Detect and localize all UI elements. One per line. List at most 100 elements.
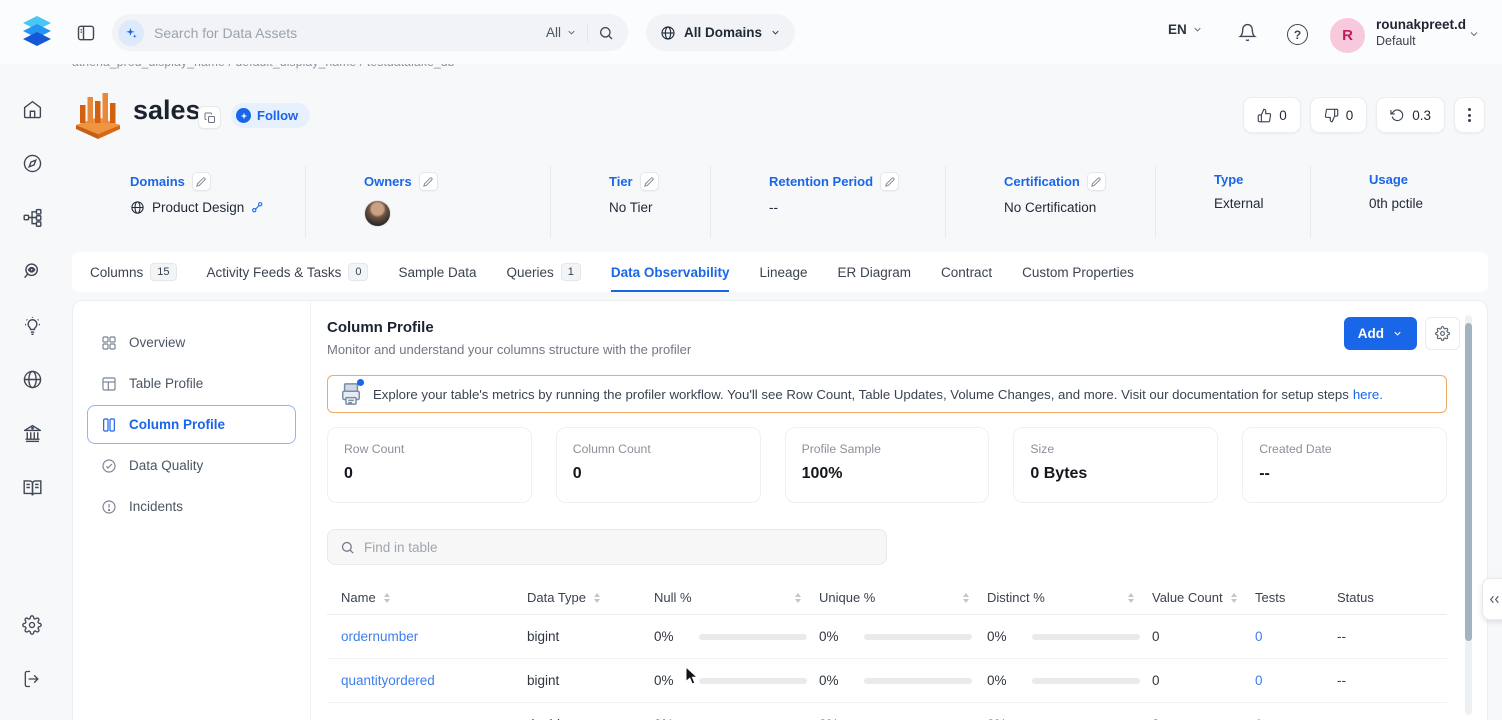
edit-pencil-icon[interactable] [640, 172, 659, 191]
profiler-settings-gear-icon[interactable] [1425, 317, 1460, 350]
lineage-flow-icon[interactable] [14, 190, 50, 244]
upvote-count: 0 [1279, 108, 1287, 123]
sort-carets-icon[interactable] [1231, 593, 1237, 603]
upvote-button[interactable]: 0 [1243, 97, 1301, 133]
panel-handle-button[interactable] [1482, 578, 1502, 620]
column-header: Tests [1255, 590, 1285, 605]
user-avatar[interactable]: R [1330, 18, 1365, 53]
menu-item-label: Table Profile [129, 376, 203, 391]
tab-label: Data Observability [611, 265, 730, 280]
sort-carets-icon[interactable] [963, 593, 969, 603]
follow-button[interactable]: Follow [231, 103, 310, 128]
column-name-link[interactable]: quantityordered [327, 673, 527, 688]
tab-er-diagram[interactable]: ER Diagram [838, 252, 912, 292]
tab-queries[interactable]: Queries 1 [507, 252, 581, 292]
version-history-button[interactable]: 0.3 [1376, 97, 1445, 133]
copy-icon[interactable] [198, 106, 221, 129]
glossary-book-icon[interactable] [14, 460, 50, 514]
governance-bank-icon[interactable] [14, 406, 50, 460]
stat-label: Created Date [1259, 442, 1430, 456]
add-button[interactable]: Add [1344, 317, 1417, 350]
kebab-menu-button[interactable] [1454, 97, 1485, 133]
sort-carets-icon[interactable] [594, 593, 600, 603]
app-logo[interactable] [18, 12, 56, 52]
insights-bulb-icon[interactable] [14, 298, 50, 352]
user-menu[interactable]: rounakpreet.d Default [1376, 17, 1466, 50]
meta-domains: Domains Product Design [72, 166, 305, 238]
chevron-down-icon [770, 27, 781, 38]
menu-item-column-profile[interactable]: Column Profile [87, 405, 296, 444]
tab-data-observability[interactable]: Data Observability [611, 252, 730, 292]
global-search-bar: All [112, 14, 628, 51]
tab-label: ER Diagram [838, 265, 912, 280]
table-row: double 0% 0% 0% 0 0 -- [327, 703, 1447, 720]
tab-activity-feeds[interactable]: Activity Feeds & Tasks 0 [207, 252, 369, 292]
menu-item-label: Data Quality [129, 458, 203, 473]
find-in-table-input[interactable] [364, 540, 874, 555]
certification-value: No Certification [1004, 200, 1096, 215]
sidebar-toggle-icon[interactable] [76, 23, 96, 43]
profile-stat-cards: Row Count 0 Column Count 0 Profile Sampl… [327, 427, 1447, 503]
entity-metadata-strip: Domains Product Design Owners Tier No Ti… [72, 166, 1488, 238]
edit-pencil-icon[interactable] [419, 172, 438, 191]
home-icon[interactable] [14, 82, 50, 136]
observability-search-eye-icon[interactable] [14, 244, 50, 298]
tab-columns[interactable]: Columns 15 [90, 252, 177, 292]
language-selector[interactable]: EN [1168, 22, 1203, 37]
tab-custom-properties[interactable]: Custom Properties [1022, 252, 1134, 292]
sparkle-icon[interactable] [118, 20, 144, 46]
search-scope-dropdown[interactable]: All [546, 25, 577, 40]
tier-value: No Tier [609, 200, 653, 215]
language-label: EN [1168, 22, 1187, 37]
scrollbar-thumb[interactable] [1465, 323, 1472, 641]
tab-label: Activity Feeds & Tasks [207, 265, 342, 280]
stat-label: Profile Sample [802, 442, 973, 456]
domain-value-link[interactable]: Product Design [152, 200, 244, 215]
banner-here-link[interactable]: here. [1353, 387, 1383, 402]
edit-pencil-icon[interactable] [1087, 172, 1106, 191]
retention-value: -- [769, 200, 778, 215]
edit-pencil-icon[interactable] [880, 172, 899, 191]
search-icon[interactable] [598, 25, 614, 41]
content-panel: Overview Table Profile Column Profile Da… [72, 300, 1488, 720]
distinct-pct-value: 0% [987, 673, 1032, 688]
downvote-button[interactable]: 0 [1310, 97, 1368, 133]
sort-carets-icon[interactable] [1128, 593, 1134, 603]
sort-carets-icon[interactable] [795, 593, 801, 603]
notifications-bell-icon[interactable] [1238, 23, 1257, 42]
tab-sample-data[interactable]: Sample Data [398, 252, 476, 292]
owner-avatar-photo[interactable] [364, 200, 391, 227]
profiler-side-menu: Overview Table Profile Column Profile Da… [73, 301, 311, 720]
notification-dot [357, 379, 364, 386]
logout-icon[interactable] [14, 652, 50, 706]
meta-owners: Owners [305, 166, 550, 238]
search-input[interactable] [154, 25, 536, 41]
menu-item-incidents[interactable]: Incidents [87, 487, 296, 526]
domains-globe-icon[interactable] [14, 352, 50, 406]
user-name: rounakpreet.d [1376, 17, 1466, 34]
chevron-down-icon[interactable] [1468, 28, 1480, 40]
domains-selector[interactable]: All Domains [646, 14, 795, 51]
edit-pencil-icon[interactable] [192, 172, 211, 191]
tab-contract[interactable]: Contract [941, 252, 992, 292]
meta-retention: Retention Period -- [710, 166, 945, 238]
table-profile-icon [101, 376, 117, 392]
menu-item-data-quality[interactable]: Data Quality [87, 446, 296, 485]
data-type-cell: bigint [527, 629, 654, 644]
tests-link[interactable]: 0 [1255, 629, 1337, 644]
scrollbar-track[interactable] [1465, 315, 1472, 715]
column-name-link[interactable]: ordernumber [327, 629, 527, 644]
table-row: ordernumber bigint 0% 0% 0% 0 0 -- [327, 615, 1447, 659]
retention-label: Retention Period [769, 174, 873, 189]
sort-carets-icon[interactable] [384, 593, 390, 603]
menu-item-table-profile[interactable]: Table Profile [87, 364, 296, 403]
column-header: Null % [654, 590, 692, 605]
menu-item-overview[interactable]: Overview [87, 323, 296, 362]
tests-link[interactable]: 0 [1255, 673, 1337, 688]
tab-count-badge: 1 [561, 263, 581, 281]
help-icon[interactable]: ? [1287, 24, 1308, 45]
settings-gear-icon[interactable] [14, 598, 50, 652]
subdomain-link-icon[interactable] [251, 201, 264, 214]
tab-lineage[interactable]: Lineage [759, 252, 807, 292]
explore-compass-icon[interactable] [14, 136, 50, 190]
